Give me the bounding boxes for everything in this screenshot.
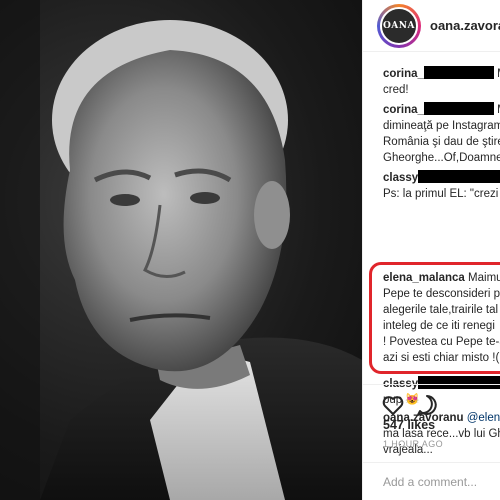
- comment-username[interactable]: classy: [383, 172, 418, 184]
- portrait-image: [0, 0, 362, 500]
- add-comment-bar[interactable]: Add a comment...: [363, 462, 500, 500]
- post-photo[interactable]: [0, 0, 362, 500]
- redaction-bar: [423, 102, 494, 115]
- header-username[interactable]: oana.zavoranu: [430, 18, 500, 33]
- avatar[interactable]: OANA: [380, 7, 418, 45]
- comment-item: corina_ M cred!: [383, 66, 500, 98]
- story-ring[interactable]: OANA: [377, 4, 421, 48]
- comment-text: dimineaţă pe Instagram: [383, 120, 500, 132]
- post-sidebar: OANA oana.zavoranu corina_ M cred! corin…: [362, 0, 500, 500]
- comment-username[interactable]: corina_: [383, 68, 424, 80]
- comment-item: corina_ M dimineaţă pe Instagram România…: [383, 102, 500, 166]
- likes-count[interactable]: 547 likes: [383, 418, 435, 432]
- heart-icon[interactable]: [381, 393, 405, 417]
- comment-text: România şi dau de ştire: [383, 136, 500, 148]
- redaction-bar: [423, 66, 494, 79]
- comment-text: Gheorghe...Of,Doamne: [383, 152, 500, 164]
- post-header: OANA oana.zavoranu: [363, 0, 500, 52]
- comment-text: Ps: la primul EL: "crezi c: [383, 188, 500, 200]
- post-timestamp: 1 HOUR AGO: [383, 439, 444, 449]
- comment-text: cred!: [383, 84, 409, 96]
- add-comment-input[interactable]: Add a comment...: [383, 475, 477, 489]
- comment-username[interactable]: corina_: [383, 104, 424, 116]
- comment-item: classy Ps: la primul EL: "crezi c: [383, 170, 500, 202]
- redaction-bar: [418, 170, 500, 183]
- comment-icon[interactable]: [415, 393, 439, 417]
- highlight-box: [369, 262, 500, 374]
